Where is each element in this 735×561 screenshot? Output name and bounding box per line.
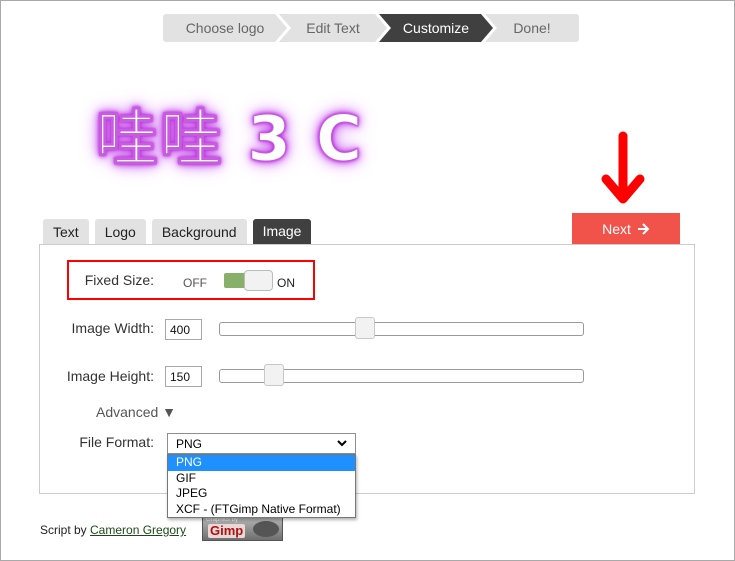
image-height-label: Image Height: (66, 368, 154, 384)
step-done[interactable]: Done! (485, 14, 579, 42)
gimp-badge-text: Gimp (208, 523, 246, 538)
step-customize[interactable]: Customize (379, 14, 493, 42)
image-height-input[interactable] (165, 366, 202, 387)
next-button-label: Next (602, 220, 631, 237)
advanced-toggle[interactable]: Advanced ▼ (96, 404, 176, 420)
fixed-size-label: Fixed Size: (84, 272, 154, 288)
step-choose-logo[interactable]: Choose logo (163, 14, 287, 42)
toggle-on-label: ON (277, 276, 295, 290)
file-format-option-jpeg[interactable]: JPEG (168, 486, 355, 502)
progress-stepper: Choose logo Edit Text Customize Done! (163, 14, 579, 42)
file-format-label: File Format: (79, 434, 154, 450)
file-format-option-png[interactable]: PNG (168, 455, 355, 471)
gimp-badge[interactable]: Graphics by Gimp (202, 516, 283, 541)
tab-text[interactable]: Text (43, 219, 89, 244)
arrow-down-icon (601, 131, 645, 204)
tab-image[interactable]: Image (252, 219, 312, 244)
image-width-slider[interactable] (219, 317, 584, 339)
tab-bar: Text Logo Background Image (43, 219, 312, 244)
author-link[interactable]: Cameron Gregory (90, 523, 186, 537)
tab-background[interactable]: Background (151, 219, 247, 244)
toggle-knob[interactable] (244, 270, 273, 291)
fixed-size-toggle[interactable] (224, 270, 273, 291)
slider-thumb[interactable] (264, 364, 285, 386)
file-format-select[interactable]: PNG (167, 433, 356, 454)
file-format-option-gif[interactable]: GIF (168, 471, 355, 487)
logo-preview: 哇哇 3 C (96, 102, 364, 176)
image-width-input[interactable] (165, 319, 202, 340)
footer-credit: Script by Cameron Gregory (40, 523, 186, 537)
file-format-option-xcf[interactable]: XCF - (FTGimp Native Format) (168, 502, 355, 518)
step-edit-text[interactable]: Edit Text (279, 14, 387, 42)
arrow-right-icon (637, 222, 650, 235)
next-button[interactable]: Next (572, 213, 680, 244)
file-format-dropdown: PNG GIF JPEG XCF - (FTGimp Native Format… (167, 454, 356, 518)
chevron-down-icon (337, 440, 347, 447)
slider-thumb[interactable] (355, 317, 376, 339)
toggle-off-label: OFF (183, 276, 207, 290)
gimp-mascot-icon (253, 521, 279, 537)
file-format-selected-value: PNG (176, 436, 203, 451)
tab-logo[interactable]: Logo (94, 219, 146, 244)
image-height-slider[interactable] (219, 364, 584, 386)
footer-prefix: Script by (40, 523, 91, 537)
image-width-label: Image Width: (71, 320, 154, 336)
